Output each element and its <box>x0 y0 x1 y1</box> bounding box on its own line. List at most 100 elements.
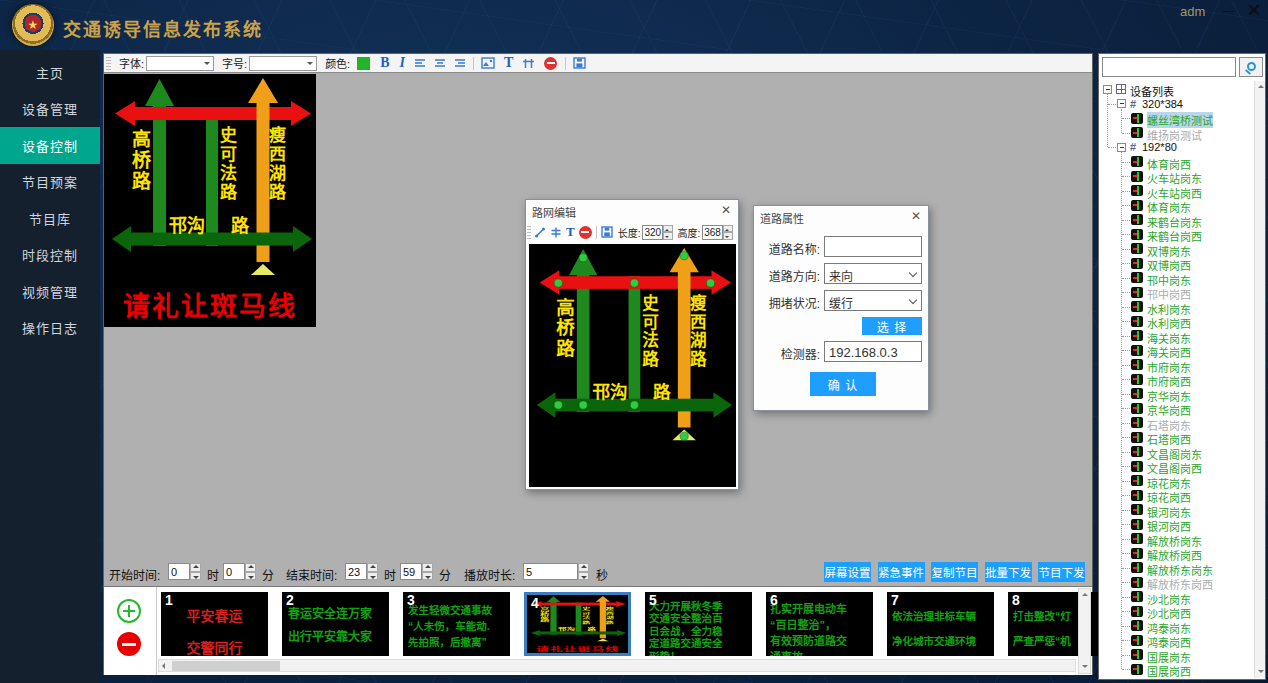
duration-input[interactable]: 5 <box>523 563 578 580</box>
end-hour-spinner[interactable] <box>367 563 378 580</box>
close-icon[interactable]: ✕ <box>1244 0 1264 22</box>
device-search-input[interactable] <box>1102 57 1236 77</box>
dialog-titlebar[interactable]: 道路属性✕ <box>754 206 928 226</box>
font-select[interactable] <box>146 56 214 71</box>
program-thumbnail-2[interactable]: 2春运安全连万家 出行平安靠大家 <box>282 592 389 656</box>
device-item[interactable]: 解放桥东岗西 <box>1101 575 1253 590</box>
minimize-icon[interactable]: ─ <box>1218 0 1238 22</box>
road-name-input[interactable] <box>824 236 922 257</box>
device-item[interactable]: 火车站岗东 <box>1101 169 1253 184</box>
device-item[interactable]: 京华岗西 <box>1101 401 1253 416</box>
sidebar-item-3[interactable]: 节目预案 <box>0 164 100 201</box>
device-tree-root[interactable]: 设备列表 <box>1101 82 1253 97</box>
sidebar-item-6[interactable]: 视频管理 <box>0 273 100 310</box>
device-item[interactable]: 邗中岗东 <box>1101 271 1253 286</box>
device-item[interactable]: 市府岗西 <box>1101 372 1253 387</box>
device-item[interactable]: 体育岗东 <box>1101 198 1253 213</box>
device-item[interactable]: 双博岗东 <box>1101 242 1253 257</box>
device-item[interactable]: 国展岗东 <box>1101 648 1253 663</box>
device-item[interactable]: 鸿泰岗西 <box>1101 633 1253 648</box>
length-input[interactable]: 320 <box>642 225 663 240</box>
height-spinner[interactable] <box>723 225 733 240</box>
text-tool-icon[interactable]: T <box>504 55 513 71</box>
program-thumbnail-6[interactable]: 6扎实开展电动车 “百日整治”， 有效预防道路交 通事故。 <box>766 592 873 656</box>
start-hour-input[interactable]: 0 <box>168 563 190 580</box>
text-tool-icon[interactable]: T <box>566 224 575 240</box>
align-center-icon[interactable] <box>434 58 446 69</box>
search-button[interactable] <box>1239 57 1263 77</box>
device-item[interactable]: 鸿泰岗东 <box>1101 619 1253 634</box>
program-thumbnail-3[interactable]: 3发生轻微交通事故 “人未伤，车能动. 先拍照，后撤离” <box>403 592 510 656</box>
direction-select[interactable]: 来向 <box>824 263 922 284</box>
device-item[interactable]: 沙北岗西 <box>1101 604 1253 619</box>
sidebar-item-7[interactable]: 操作日志 <box>0 310 100 347</box>
congestion-select[interactable]: 缓行 <box>824 290 922 311</box>
start-minute-spinner[interactable] <box>245 563 256 580</box>
action-button-4[interactable]: 节目下发 <box>1038 562 1085 582</box>
device-item[interactable]: 海关岗西 <box>1101 343 1253 358</box>
start-minute-input[interactable]: 0 <box>223 563 245 580</box>
save-icon[interactable] <box>601 226 613 238</box>
scrollbar-thumb[interactable] <box>172 661 280 671</box>
device-item[interactable]: 火车站岗西 <box>1101 184 1253 199</box>
duration-spinner[interactable] <box>578 563 589 580</box>
device-item[interactable]: 文昌阁岗东 <box>1101 445 1253 460</box>
scroll-down-icon[interactable] <box>1256 667 1265 676</box>
device-item[interactable]: 解放桥岗西 <box>1101 546 1253 561</box>
device-item[interactable]: 石塔岗东 <box>1101 416 1253 431</box>
device-item[interactable]: 维扬岗测试 <box>1101 126 1253 141</box>
device-item[interactable]: 国展岗西 <box>1101 662 1253 677</box>
sidebar-item-4[interactable]: 节目库 <box>0 200 100 237</box>
device-item[interactable]: 邗中岗西 <box>1101 285 1253 300</box>
end-hour-input[interactable]: 23 <box>345 563 367 580</box>
confirm-button[interactable]: 确 认 <box>810 372 876 396</box>
sidebar-item-2[interactable]: 设备控制 <box>0 127 100 164</box>
device-item[interactable]: 来鹤台岗东 <box>1101 213 1253 228</box>
bold-button[interactable]: B <box>380 55 389 71</box>
sidebar-item-5[interactable]: 时段控制 <box>0 237 100 274</box>
device-item[interactable]: 双博岗西 <box>1101 256 1253 271</box>
length-spinner[interactable] <box>663 225 673 240</box>
device-item[interactable]: 京华岗东 <box>1101 387 1253 402</box>
add-program-icon[interactable] <box>117 599 141 623</box>
device-group[interactable]: #320*384 <box>1101 97 1253 112</box>
delete-icon[interactable] <box>544 57 557 70</box>
color-swatch[interactable] <box>357 57 370 70</box>
program-thumbnail-7[interactable]: 7依法治理非标车辆 净化城市交通环境 <box>887 592 994 656</box>
close-icon[interactable]: ✕ <box>721 203 731 217</box>
detector-input[interactable]: 192.168.0.3 <box>824 341 922 362</box>
italic-button[interactable]: I <box>400 55 405 71</box>
scroll-down-icon[interactable] <box>1079 661 1090 672</box>
device-item[interactable]: 体育岗西 <box>1101 155 1253 170</box>
save-icon[interactable] <box>573 57 586 69</box>
scroll-up-icon[interactable] <box>1079 590 1090 601</box>
action-button-1[interactable]: 紧急事件 <box>878 562 925 582</box>
action-button-2[interactable]: 复制节目 <box>931 562 978 582</box>
collapse-icon[interactable] <box>1117 143 1126 152</box>
device-item[interactable]: 水利岗东 <box>1101 300 1253 315</box>
device-tree-scrollbar[interactable] <box>1254 81 1265 678</box>
roadnet-canvas[interactable]: 高桥路史可法路瘦西湖路邗沟路 <box>529 244 736 487</box>
select-detector-button[interactable]: 选 择 <box>862 317 922 335</box>
dialog-titlebar[interactable]: 路网编辑✕ <box>526 200 738 220</box>
end-minute-input[interactable]: 59 <box>400 563 422 580</box>
device-item[interactable]: 银河岗东 <box>1101 503 1253 518</box>
draw-road-icon[interactable] <box>534 226 546 239</box>
device-item[interactable]: 琼花岗西 <box>1101 488 1253 503</box>
junction-tool-icon[interactable] <box>550 226 562 239</box>
device-item[interactable]: 来鹤台岗西 <box>1101 227 1253 242</box>
device-item[interactable]: 螺丝湾桥测试 <box>1101 111 1253 126</box>
align-left-icon[interactable] <box>414 58 426 69</box>
collapse-icon[interactable] <box>1103 85 1112 94</box>
close-icon[interactable]: ✕ <box>911 209 921 223</box>
action-button-3[interactable]: 批量下发 <box>985 562 1032 582</box>
program-thumbnail-1[interactable]: 1平安春运 交警同行 <box>161 592 268 656</box>
device-item[interactable]: 石塔岗西 <box>1101 430 1253 445</box>
device-item[interactable]: 市府岗东 <box>1101 358 1253 373</box>
device-item[interactable]: 水利岗西 <box>1101 314 1253 329</box>
sidebar-item-0[interactable]: 主页 <box>0 54 100 91</box>
start-hour-spinner[interactable] <box>190 563 201 580</box>
program-thumbnail-5[interactable]: 5大力开展秋冬季 交通安全整治百 日会战，全力稳 定道路交通安全 形势！ <box>645 592 752 656</box>
align-right-icon[interactable] <box>454 58 466 69</box>
device-item[interactable]: 解放桥东岗东 <box>1101 561 1253 576</box>
